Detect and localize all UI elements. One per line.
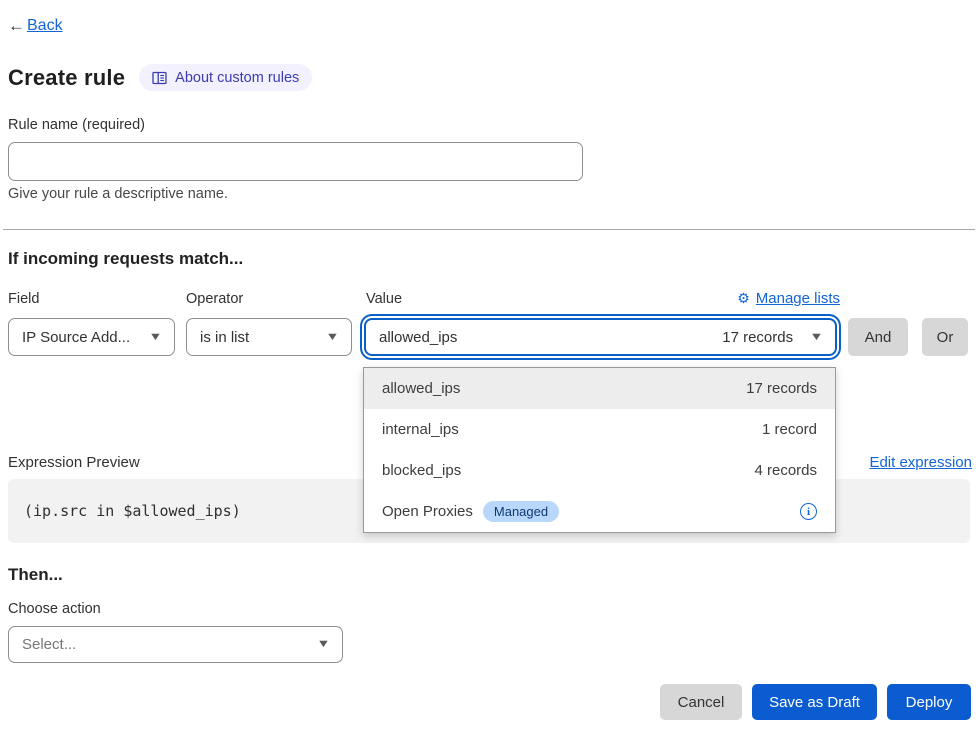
field-select[interactable]: IP Source Add... ▼ <box>8 318 175 356</box>
list-count: 1 record <box>762 421 817 438</box>
choose-action-label: Choose action <box>8 601 101 617</box>
back-link-label[interactable]: Back <box>27 17 63 35</box>
value-select[interactable]: allowed_ips 17 records ▼ <box>364 318 837 356</box>
chevron-down-icon: ▼ <box>316 639 330 650</box>
list-name: allowed_ips <box>382 380 746 397</box>
match-section-heading: If incoming requests match... <box>8 249 243 269</box>
chevron-down-icon: ▼ <box>325 332 339 343</box>
action-select[interactable]: Select... ▼ <box>8 626 343 663</box>
edit-expression-link[interactable]: Edit expression <box>869 454 972 471</box>
and-button[interactable]: And <box>848 318 908 356</box>
operator-label: Operator <box>186 291 243 307</box>
field-select-value: IP Source Add... <box>22 329 150 346</box>
book-icon <box>152 71 167 85</box>
list-name: blocked_ips <box>382 462 461 479</box>
page-title: Create rule <box>8 65 125 91</box>
about-custom-rules-link[interactable]: About custom rules <box>139 64 312 91</box>
save-as-draft-button[interactable]: Save as Draft <box>752 684 877 720</box>
rule-name-helper: Give your rule a descriptive name. <box>8 186 228 202</box>
dropdown-item-blocked-ips[interactable]: blocked_ips 4 records <box>364 450 835 491</box>
section-divider <box>3 229 975 230</box>
chevron-down-icon: ▼ <box>148 332 162 343</box>
or-button[interactable]: Or <box>922 318 968 356</box>
chevron-down-icon: ▼ <box>809 332 823 343</box>
create-rule-page: ← Back Create rule About custom rules Ru… <box>0 0 979 739</box>
title-row: Create rule About custom rules <box>8 64 312 91</box>
list-name: Open Proxies <box>382 503 473 520</box>
dropdown-item-internal-ips[interactable]: internal_ips 1 record <box>364 409 835 450</box>
operator-select[interactable]: is in list ▼ <box>186 318 352 356</box>
deploy-button[interactable]: Deploy <box>887 684 971 720</box>
back-link[interactable]: ← Back <box>8 16 63 36</box>
rule-name-label: Rule name (required) <box>8 117 145 133</box>
value-label: Value <box>366 291 402 307</box>
field-label: Field <box>8 291 39 307</box>
list-name: internal_ips <box>382 421 762 438</box>
expression-code: (ip.src in $allowed_ips) <box>24 502 241 520</box>
rule-name-input[interactable] <box>8 142 583 181</box>
manage-lists-link[interactable]: ⚙ Manage lists <box>737 290 840 307</box>
expression-preview-label: Expression Preview <box>8 454 140 471</box>
dropdown-item-allowed-ips[interactable]: allowed_ips 17 records <box>364 368 835 409</box>
manage-lists-label[interactable]: Manage lists <box>756 290 840 307</box>
operator-select-value: is in list <box>200 329 327 346</box>
value-select-name: allowed_ips <box>379 329 722 346</box>
info-icon[interactable]: i <box>800 503 817 520</box>
managed-badge: Managed <box>483 501 559 522</box>
value-dropdown-menu: allowed_ips 17 records internal_ips 1 re… <box>363 367 836 533</box>
cancel-button[interactable]: Cancel <box>660 684 742 720</box>
gear-icon: ⚙ <box>737 290 750 307</box>
back-arrow-icon: ← <box>8 16 25 36</box>
then-section-heading: Then... <box>8 565 63 585</box>
list-count: 17 records <box>746 380 817 397</box>
action-select-placeholder: Select... <box>22 636 318 653</box>
about-link-label: About custom rules <box>175 70 299 86</box>
list-count: 4 records <box>754 462 817 479</box>
value-select-count: 17 records <box>722 329 793 346</box>
dropdown-item-open-proxies[interactable]: Open Proxies Managed i <box>364 491 835 532</box>
